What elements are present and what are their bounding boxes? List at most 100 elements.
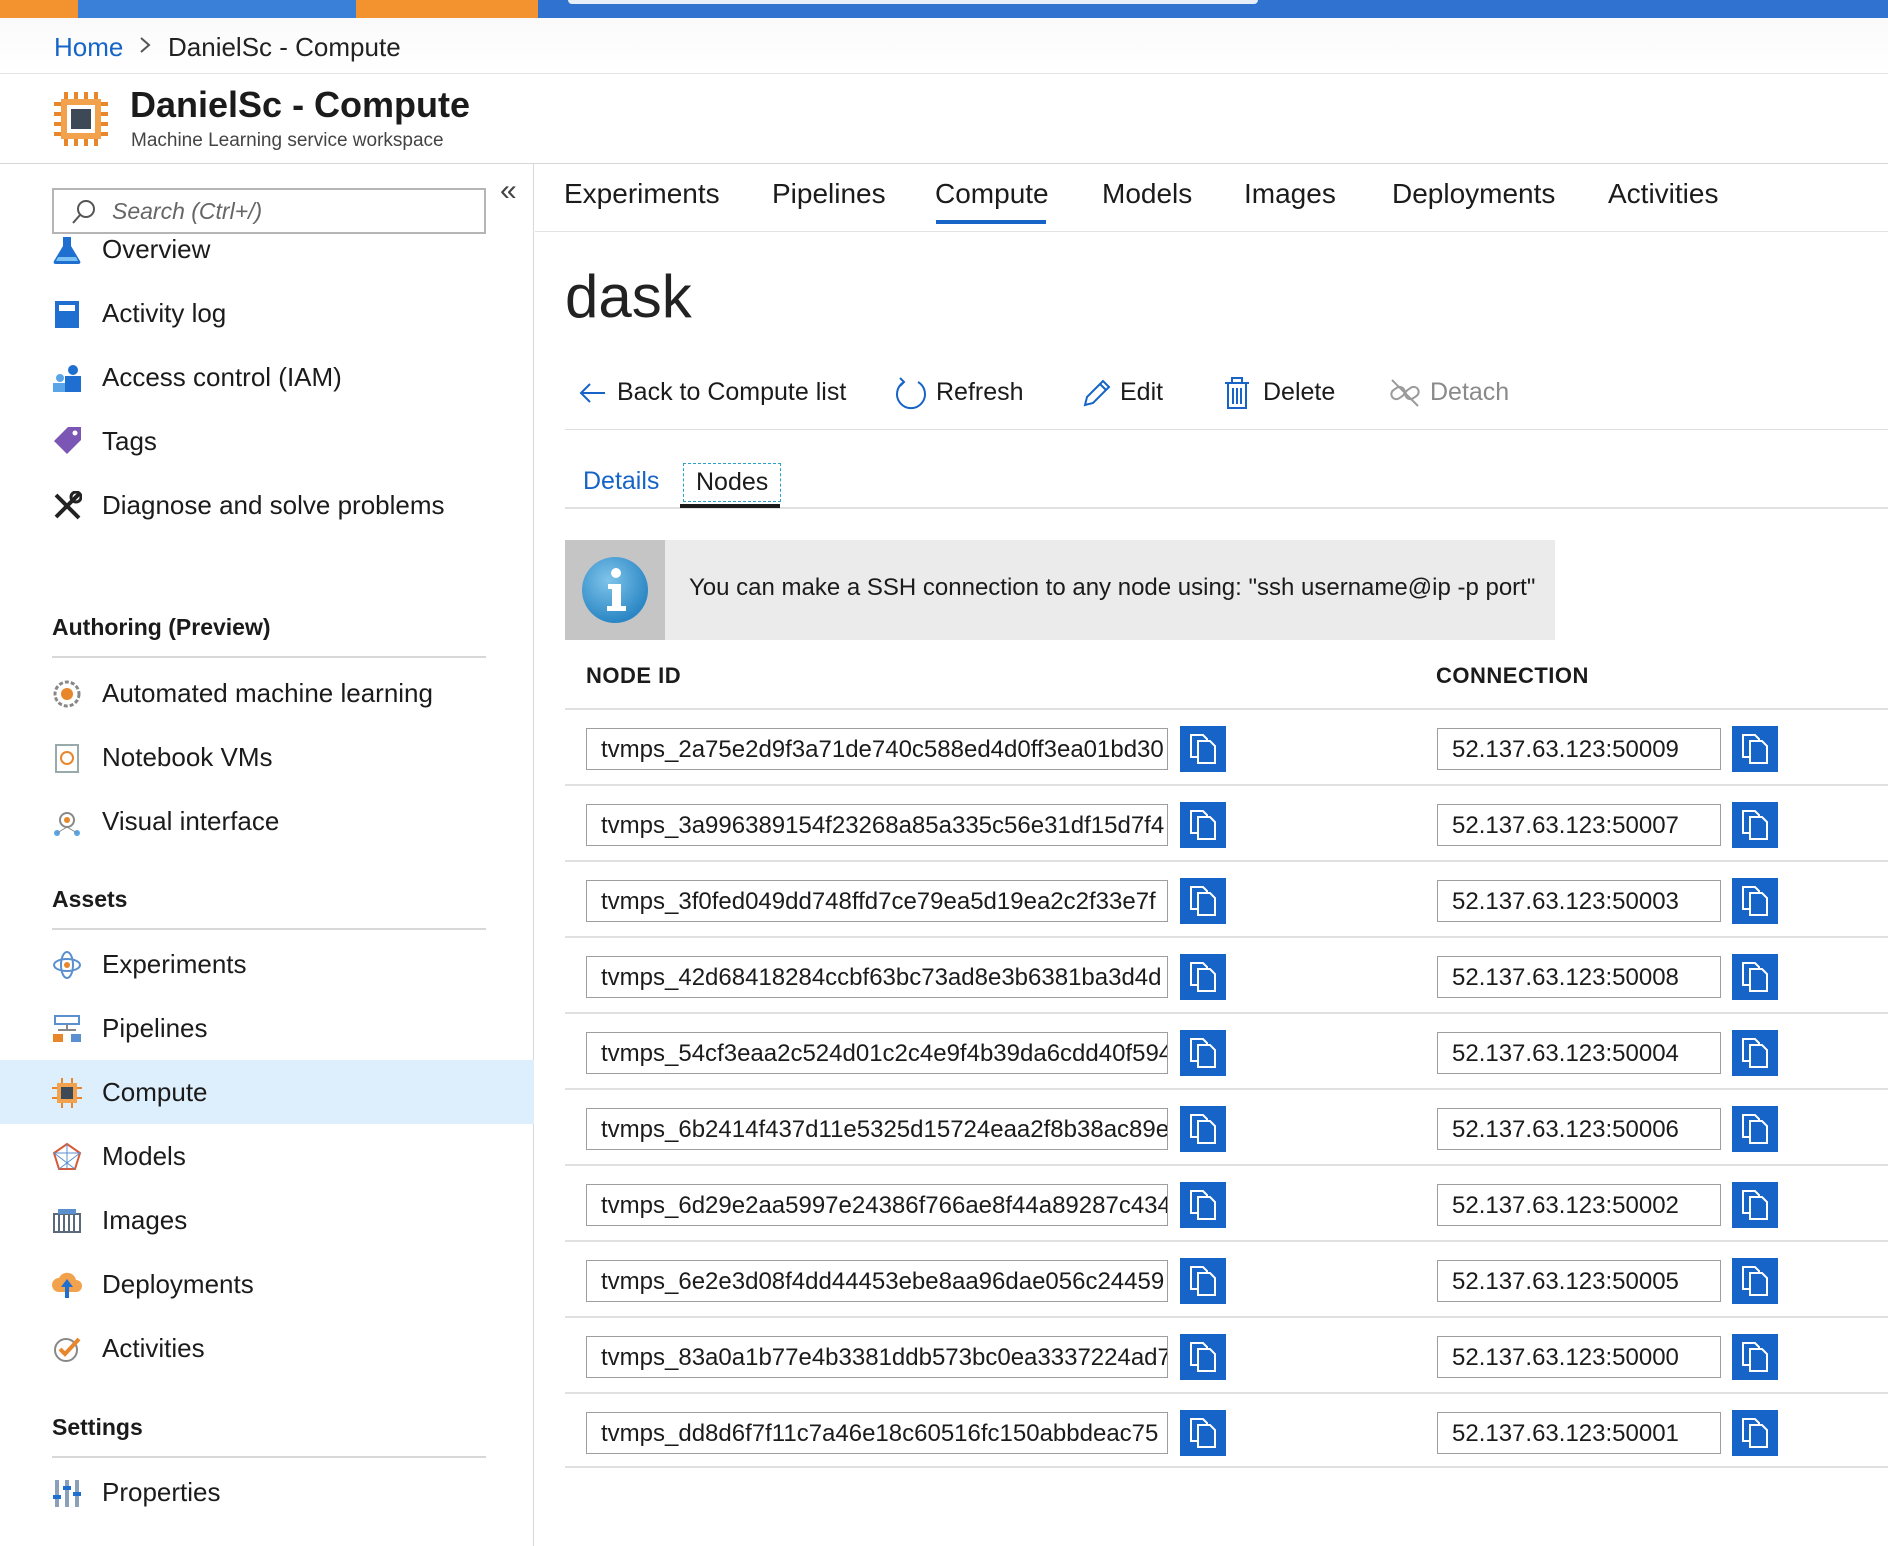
sidebar-item-access-control[interactable]: Access control (IAM) (0, 345, 534, 409)
copy-node-id-button[interactable] (1180, 1106, 1226, 1152)
copy-node-id-button[interactable] (1180, 1410, 1226, 1456)
sidebar-item-deployments[interactable]: Deployments (0, 1252, 534, 1316)
copy-connection-button[interactable] (1732, 878, 1778, 924)
copy-icon (1742, 1038, 1768, 1068)
copy-node-id-button[interactable] (1180, 726, 1226, 772)
copy-icon (1742, 734, 1768, 764)
copy-icon (1190, 810, 1216, 840)
sidebar-item-label: Activity log (102, 298, 227, 328)
node-id-field[interactable]: tvmps_54cf3eaa2c524d01c2c4e9f4b39da6cdd4… (586, 1032, 1168, 1074)
copy-node-id-button[interactable] (1180, 1030, 1226, 1076)
copy-icon (1190, 1038, 1216, 1068)
sidebar-item-pipelines[interactable]: Pipelines (0, 996, 534, 1060)
tab-images[interactable]: Images (1244, 178, 1336, 210)
workspace-tabs: Experiments Pipelines Compute Models Ima… (535, 164, 1888, 232)
sidebar: « Overview Activity log Access control (… (0, 164, 534, 1546)
delete-button[interactable]: Delete (1221, 374, 1351, 414)
copy-node-id-button[interactable] (1180, 1182, 1226, 1228)
sidebar-item-notebook-vms[interactable]: Notebook VMs (0, 725, 534, 789)
connection-field[interactable]: 52.137.63.123:50004 (1437, 1032, 1721, 1074)
info-banner: You can make a SSH connection to any nod… (565, 540, 1555, 640)
table-row: tvmps_83a0a1b77e4b3381ddb573bc0ea3337224… (565, 1316, 1888, 1392)
table-row: tvmps_3a996389154f23268a85a335c56e31df15… (565, 784, 1888, 860)
connection-field[interactable]: 52.137.63.123:50002 (1437, 1184, 1721, 1226)
sidebar-item-activities[interactable]: Activities (0, 1316, 534, 1380)
sidebar-item-visual-interface[interactable]: Visual interface (0, 789, 534, 853)
detach-button[interactable]: Detach (1388, 374, 1518, 414)
node-id-field[interactable]: tvmps_6e2e3d08f4dd44453ebe8aa96dae056c24… (586, 1260, 1168, 1302)
sidebar-item-models[interactable]: Models (0, 1124, 534, 1188)
tag-icon (52, 427, 82, 457)
connection-field[interactable]: 52.137.63.123:50009 (1437, 728, 1721, 770)
refresh-button[interactable]: Refresh (894, 374, 1034, 414)
flask-icon (52, 235, 82, 265)
node-id-field[interactable]: tvmps_3f0fed049dd748ffd7ce79ea5d19ea2c2f… (586, 880, 1168, 922)
breadcrumb-home-link[interactable]: Home (54, 32, 123, 63)
copy-connection-button[interactable] (1732, 1258, 1778, 1304)
tab-experiments[interactable]: Experiments (564, 178, 720, 210)
connection-field[interactable]: 52.137.63.123:50000 (1437, 1336, 1721, 1378)
table-row: tvmps_54cf3eaa2c524d01c2c4e9f4b39da6cdd4… (565, 1012, 1888, 1088)
automl-icon (52, 679, 82, 709)
subtab-details[interactable]: Details (583, 467, 659, 496)
sidebar-item-compute[interactable]: Compute (0, 1060, 534, 1124)
sidebar-item-automated-ml[interactable]: Automated machine learning (0, 661, 534, 725)
copy-connection-button[interactable] (1732, 1410, 1778, 1456)
node-id-field[interactable]: tvmps_6b2414f437d11e5325d15724eaa2f8b38a… (586, 1108, 1168, 1150)
copy-icon (1190, 734, 1216, 764)
back-to-compute-list-button[interactable]: Back to Compute list (577, 374, 847, 414)
notebook-icon (52, 743, 82, 773)
copy-icon (1742, 886, 1768, 916)
copy-node-id-button[interactable] (1180, 878, 1226, 924)
global-search-box[interactable] (568, 0, 1258, 4)
connection-field[interactable]: 52.137.63.123:50006 (1437, 1108, 1721, 1150)
copy-connection-button[interactable] (1732, 1030, 1778, 1076)
collapse-sidebar-button[interactable]: « (500, 174, 517, 208)
subtab-nodes[interactable]: Nodes (683, 463, 782, 502)
chip-icon (52, 90, 110, 148)
tab-models[interactable]: Models (1102, 178, 1192, 210)
tab-activities[interactable]: Activities (1608, 178, 1718, 210)
sidebar-item-experiments[interactable]: Experiments (0, 932, 534, 996)
copy-icon (1190, 1266, 1216, 1296)
connection-field[interactable]: 52.137.63.123:50005 (1437, 1260, 1721, 1302)
edit-button[interactable]: Edit (1080, 374, 1180, 414)
copy-connection-button[interactable] (1732, 1182, 1778, 1228)
node-id-field[interactable]: tvmps_42d68418284ccbf63bc73ad8e3b6381ba3… (586, 956, 1168, 998)
copy-connection-button[interactable] (1732, 1334, 1778, 1380)
copy-icon (1190, 1114, 1216, 1144)
node-id-field[interactable]: tvmps_6d29e2aa5997e24386f766ae8f44a89287… (586, 1184, 1168, 1226)
connection-field[interactable]: 52.137.63.123:50007 (1437, 804, 1721, 846)
connection-field[interactable]: 52.137.63.123:50008 (1437, 956, 1721, 998)
copy-connection-button[interactable] (1732, 802, 1778, 848)
connection-field[interactable]: 52.137.63.123:50003 (1437, 880, 1721, 922)
info-message: You can make a SSH connection to any nod… (689, 574, 1536, 601)
copy-connection-button[interactable] (1732, 954, 1778, 1000)
tab-deployments[interactable]: Deployments (1392, 178, 1555, 210)
nodes-table: tvmps_2a75e2d9f3a71de740c588ed4d0ff3ea01… (565, 708, 1888, 1468)
copy-connection-button[interactable] (1732, 726, 1778, 772)
sidebar-item-label: Overview (102, 234, 211, 264)
copy-node-id-button[interactable] (1180, 802, 1226, 848)
pencil-icon (1080, 376, 1112, 410)
node-id-field[interactable]: tvmps_83a0a1b77e4b3381ddb573bc0ea3337224… (586, 1336, 1168, 1378)
connection-field[interactable]: 52.137.63.123:50001 (1437, 1412, 1721, 1454)
sidebar-item-images[interactable]: Images (0, 1188, 534, 1252)
sidebar-item-activity-log[interactable]: Activity log (0, 281, 534, 345)
section-title-assets: Assets (52, 886, 128, 912)
node-id-field[interactable]: tvmps_3a996389154f23268a85a335c56e31df15… (586, 804, 1168, 846)
copy-connection-button[interactable] (1732, 1106, 1778, 1152)
copy-node-id-button[interactable] (1180, 1334, 1226, 1380)
node-id-field[interactable]: tvmps_2a75e2d9f3a71de740c588ed4d0ff3ea01… (586, 728, 1168, 770)
tab-pipelines[interactable]: Pipelines (772, 178, 886, 210)
sidebar-item-properties[interactable]: Properties (0, 1460, 534, 1524)
info-icon (565, 540, 665, 640)
tab-compute[interactable]: Compute (935, 178, 1049, 210)
copy-node-id-button[interactable] (1180, 954, 1226, 1000)
sidebar-item-overview[interactable]: Overview (0, 217, 534, 281)
sidebar-item-diagnose[interactable]: Diagnose and solve problems (0, 473, 534, 537)
sidebar-item-label: Images (102, 1205, 188, 1235)
sidebar-item-tags[interactable]: Tags (0, 409, 534, 473)
copy-node-id-button[interactable] (1180, 1258, 1226, 1304)
node-id-field[interactable]: tvmps_dd8d6f7f11c7a46e18c60516fc150abbde… (586, 1412, 1168, 1454)
